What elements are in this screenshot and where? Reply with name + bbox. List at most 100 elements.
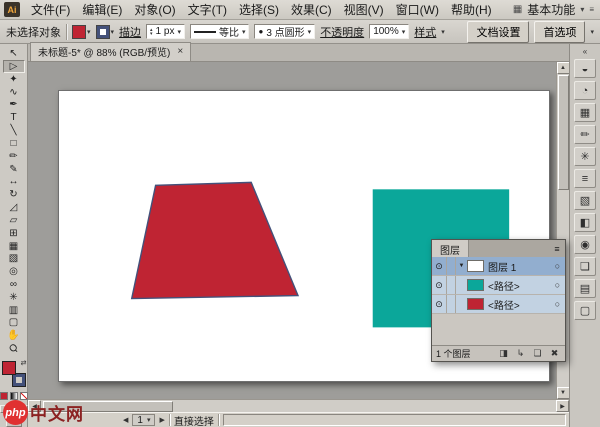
rectangle-tool[interactable]: □ — [3, 137, 25, 150]
layer-name[interactable]: 图层 1 — [488, 259, 550, 274]
target-circle-icon[interactable]: ○ — [550, 261, 565, 271]
free-transform-tool[interactable]: ▱ — [3, 214, 25, 227]
scroll-down-icon[interactable]: ▼ — [557, 387, 570, 399]
scroll-right-icon[interactable]: ▶ — [556, 400, 569, 412]
pen-tool[interactable]: ✒ — [3, 98, 25, 111]
layer-row[interactable]: ⊙ <路径> ○ — [432, 295, 565, 314]
stroke-panel-link[interactable]: 描边 — [119, 24, 141, 40]
blend-tool[interactable]: ∞ — [3, 278, 25, 291]
menu-type[interactable]: 文字(T) — [182, 0, 233, 19]
swap-fill-stroke-icon[interactable]: ⇄ — [21, 359, 27, 367]
horizontal-scrollbar[interactable]: ◀ ▶ — [28, 399, 569, 412]
stroke-width-input[interactable]: ▴▾ 1 px ▾ — [146, 24, 185, 39]
gradient-tool[interactable]: ▧ — [3, 252, 25, 265]
tab-bar-space[interactable] — [469, 240, 549, 257]
fill-stroke-indicator[interactable]: ⇄ — [2, 361, 26, 387]
document-setup-button[interactable]: 文档设置 — [467, 21, 529, 43]
new-layer-icon[interactable]: ❏ — [531, 348, 544, 359]
transparency-panel-icon[interactable]: ◧ — [574, 213, 596, 232]
next-artboard-icon[interactable]: ▶ — [159, 416, 164, 424]
zoom-tool[interactable]: Ϙ — [3, 342, 25, 355]
menu-window[interactable]: 窗口(W) — [390, 0, 445, 19]
artboard-tool[interactable]: ▢ — [3, 317, 25, 330]
visibility-eye-icon[interactable]: ⊙ — [432, 257, 447, 275]
menu-file[interactable]: 文件(F) — [25, 0, 76, 19]
opacity-input[interactable]: 100% ▾ — [369, 24, 409, 39]
previous-artboard-icon[interactable]: ◀ — [123, 416, 128, 424]
app-menu-icon[interactable]: ≡ — [589, 5, 594, 14]
menu-object[interactable]: 对象(O) — [128, 0, 181, 19]
layer-name[interactable]: <路径> — [488, 297, 550, 312]
opacity-panel-link[interactable]: 不透明度 — [320, 24, 364, 40]
hand-tool[interactable]: ✋ — [3, 329, 25, 342]
control-bar-menu-icon[interactable]: ▾ — [590, 28, 594, 36]
stroke-panel-icon[interactable]: ≡ — [574, 169, 596, 188]
brush-definition-select[interactable]: ● 3 点圆形 ▾ — [254, 24, 315, 39]
pencil-tool[interactable]: ✎ — [3, 163, 25, 176]
layer-row[interactable]: ⊙ ▼ 图层 1 ○ — [432, 257, 565, 276]
vertical-scroll-thumb[interactable] — [558, 75, 569, 190]
scroll-up-icon[interactable]: ▲ — [557, 62, 570, 74]
red-trapezoid-shape[interactable] — [132, 182, 298, 298]
preferences-button[interactable]: 首选项 — [534, 21, 585, 43]
paintbrush-tool[interactable]: ✏ — [3, 150, 25, 163]
fill-box[interactable] — [2, 361, 16, 375]
symbol-sprayer-tool[interactable]: ✳ — [3, 291, 25, 304]
scale-tool[interactable]: ◿ — [3, 201, 25, 214]
lock-column[interactable] — [447, 257, 456, 275]
type-tool[interactable]: T — [3, 111, 25, 124]
style-panel-link[interactable]: 样式 — [414, 24, 436, 40]
menu-edit[interactable]: 编辑(E) — [76, 0, 128, 19]
delete-layer-icon[interactable]: ✖ — [548, 348, 561, 359]
selection-tool[interactable]: ↖ — [3, 47, 25, 60]
stepper-icons[interactable]: ▴▾ — [150, 28, 153, 36]
color-guide-panel-icon[interactable]: ◔ — [574, 81, 596, 100]
stroke-color-swatch[interactable]: ▾ — [96, 25, 115, 39]
graphic-styles-panel-icon[interactable]: ❏ — [574, 257, 596, 276]
document-tab[interactable]: 未标题-5* @ 88% (RGB/预览) × — [30, 42, 191, 61]
expand-panels-icon[interactable]: « — [583, 47, 587, 56]
target-circle-icon[interactable]: ○ — [550, 280, 565, 290]
artboard-navigation-select[interactable]: 1 ▾ — [132, 414, 155, 426]
eyedropper-tool[interactable]: ◎ — [3, 265, 25, 278]
rotate-tool[interactable]: ↻ — [3, 188, 25, 201]
visibility-eye-icon[interactable]: ⊙ — [432, 276, 447, 294]
visibility-eye-icon[interactable]: ⊙ — [432, 295, 447, 313]
panel-menu-icon[interactable]: ≡ — [549, 240, 565, 257]
shape-builder-tool[interactable]: ⊞ — [3, 227, 25, 240]
target-circle-icon[interactable]: ○ — [550, 299, 565, 309]
menu-help[interactable]: 帮助(H) — [445, 0, 498, 19]
direct-selection-tool[interactable]: ▷ — [3, 60, 25, 73]
workspace-switcher[interactable]: ▦ 基本功能 ▾ ≡ — [513, 1, 597, 18]
menu-select[interactable]: 选择(S) — [233, 0, 285, 19]
line-segment-tool[interactable]: ╲ — [3, 124, 25, 137]
make-clip-mask-icon[interactable]: ◨ — [497, 348, 510, 359]
color-button[interactable] — [0, 392, 8, 400]
layers-panel-icon[interactable]: ▤ — [574, 279, 596, 298]
lock-column[interactable] — [447, 295, 456, 313]
menu-view[interactable]: 视图(V) — [338, 0, 390, 19]
column-graph-tool[interactable]: ▥ — [3, 304, 25, 317]
color-panel-icon[interactable]: ◒ — [574, 59, 596, 78]
width-tool[interactable]: ↔ — [3, 175, 25, 188]
gradient-panel-icon[interactable]: ▧ — [574, 191, 596, 210]
gradient-button[interactable] — [10, 392, 18, 400]
menu-effect[interactable]: 效果(C) — [285, 0, 338, 19]
lasso-tool[interactable]: ∿ — [3, 86, 25, 99]
tab-layers[interactable]: 图层 — [432, 240, 469, 257]
lock-column[interactable] — [447, 276, 456, 294]
close-icon[interactable]: × — [177, 46, 183, 57]
expand-triangle-icon[interactable]: ▼ — [456, 263, 467, 269]
new-sublayer-icon[interactable]: ↳ — [514, 348, 527, 359]
appearance-panel-icon[interactable]: ◉ — [574, 235, 596, 254]
layer-row[interactable]: ⊙ <路径> ○ — [432, 276, 565, 295]
magic-wand-tool[interactable]: ✦ — [3, 73, 25, 86]
symbols-panel-icon[interactable]: ✳ — [574, 147, 596, 166]
none-button[interactable] — [20, 392, 28, 400]
stroke-box[interactable] — [12, 373, 26, 387]
fill-color-swatch[interactable]: ▾ — [72, 25, 91, 39]
mesh-tool[interactable]: ▦ — [3, 240, 25, 253]
width-profile-select[interactable]: 等比 ▾ — [190, 24, 250, 39]
swatches-panel-icon[interactable]: ▦ — [574, 103, 596, 122]
brushes-panel-icon[interactable]: ✏ — [574, 125, 596, 144]
